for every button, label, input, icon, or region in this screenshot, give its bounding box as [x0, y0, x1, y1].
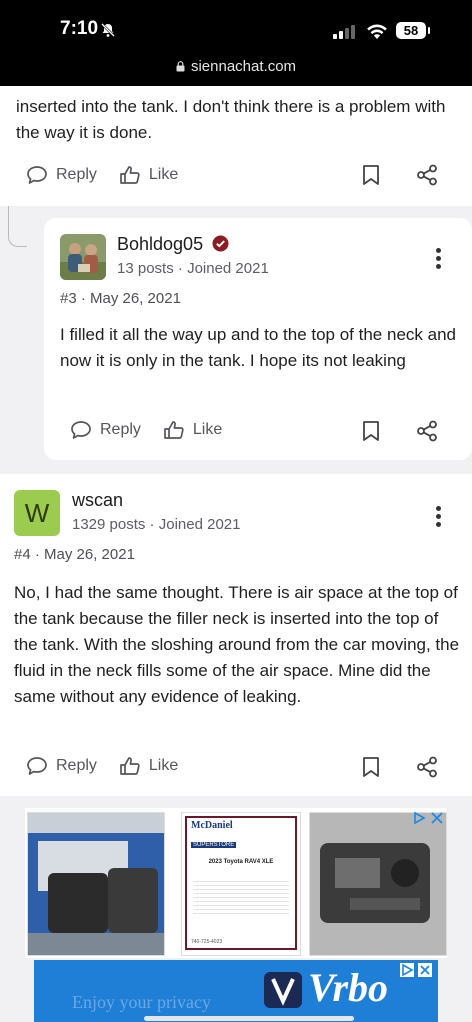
post-number[interactable]: #3 · May 26, 2021	[60, 290, 181, 307]
post-body: inserted into the tank. I don't think th…	[16, 97, 446, 142]
battery-tip	[428, 27, 430, 34]
ad-car-model: 2023 Toyota RAV4 XLE	[208, 859, 274, 865]
like-button[interactable]: Like	[119, 165, 178, 185]
post-body: I filled it all the way up and to the to…	[60, 325, 456, 370]
bell-slash-icon	[101, 23, 115, 37]
user-meta: 1329 posts · Joined 2021	[72, 516, 241, 533]
ad-banner[interactable]: McDaniel SUPERSTORE 2023 Toyota RAV4 XLE…	[25, 808, 447, 958]
like-label: Like	[192, 421, 223, 438]
like-label: Like	[148, 757, 179, 774]
reply-button[interactable]: Reply	[70, 420, 141, 440]
ad-engine-image[interactable]	[309, 812, 447, 956]
ad-choices-icon[interactable]	[412, 811, 426, 825]
vrbo-logo-icon	[264, 972, 302, 1008]
ad-car-interior-image[interactable]	[27, 812, 165, 956]
join-date: Joined 2021	[158, 516, 241, 533]
reply-post-card: Bohldog05 13 posts · Joined 2021 #3 · Ma…	[44, 218, 472, 460]
reply-bubble-icon	[27, 757, 47, 775]
user-photo-icon	[60, 234, 106, 280]
post-number-text: #4	[14, 546, 31, 563]
lock-icon	[176, 61, 185, 72]
status-bar: 7:10 58 siennachat.com	[0, 0, 472, 86]
wifi-icon	[367, 24, 387, 39]
bookmark-icon[interactable]	[362, 164, 380, 186]
verified-badge-icon	[212, 235, 229, 252]
thumbs-up-icon	[120, 757, 140, 775]
reply-button[interactable]: Reply	[26, 756, 97, 776]
close-icon[interactable]	[430, 811, 444, 825]
post-date: May 26, 2021	[44, 546, 135, 563]
previous-post-card: inserted into the tank. I don't think th…	[0, 86, 472, 206]
avatar[interactable]: W	[14, 490, 60, 536]
reply-label: Reply	[56, 757, 97, 774]
user-meta: 13 posts · Joined 2021	[117, 260, 269, 277]
join-date: Joined 2021	[187, 260, 269, 277]
close-icon[interactable]	[418, 963, 432, 977]
ad-choices-icon[interactable]	[400, 963, 414, 977]
post-number[interactable]: #4 · May 26, 2021	[14, 546, 135, 563]
url-text: siennachat.com	[190, 58, 297, 75]
post-count: 13 posts	[117, 260, 174, 277]
like-label: Like	[148, 166, 179, 183]
username[interactable]: Bohldog05	[117, 234, 229, 255]
post-number-text: #3	[60, 290, 77, 307]
reply-bubble-icon	[71, 421, 91, 439]
post-count: 1329 posts	[72, 516, 146, 533]
share-icon[interactable]	[416, 164, 438, 186]
post-card: W wscan 1329 posts · Joined 2021 #4 · Ma…	[0, 474, 472, 796]
cell-signal-icon	[333, 25, 355, 39]
reply-button[interactable]: Reply	[26, 165, 97, 185]
bookmark-icon[interactable]	[362, 756, 380, 778]
thread-connector	[8, 206, 27, 247]
reply-label: Reply	[100, 421, 141, 438]
post-date: May 26, 2021	[90, 290, 181, 307]
clock: 7:10	[60, 18, 99, 39]
username-text: Bohldog05	[117, 234, 204, 254]
ad-phone-small: 740-725-4023	[191, 939, 223, 945]
home-indicator	[144, 1016, 354, 1021]
avatar[interactable]	[60, 234, 106, 280]
thumbs-up-icon	[164, 421, 184, 439]
post-body: No, I had the same thought. There is air…	[14, 583, 460, 706]
share-icon[interactable]	[416, 420, 438, 442]
more-options-icon[interactable]	[436, 248, 442, 272]
battery-indicator: 58	[396, 22, 426, 39]
like-button[interactable]: Like	[119, 756, 178, 776]
like-button[interactable]: Like	[163, 420, 222, 440]
share-icon[interactable]	[416, 756, 438, 778]
ad-dealer-name: McDaniel	[191, 820, 233, 831]
reply-bubble-icon	[27, 166, 47, 184]
bookmark-icon[interactable]	[362, 420, 380, 442]
more-options-icon[interactable]	[436, 506, 442, 530]
ad-vrbo-banner[interactable]: Enjoy your privacy Vrbo	[34, 960, 438, 1022]
ad-dealer-sticker[interactable]: McDaniel SUPERSTORE 2023 Toyota RAV4 XLE…	[181, 812, 301, 956]
reply-label: Reply	[56, 166, 97, 183]
address-bar[interactable]: siennachat.com	[0, 58, 472, 75]
username[interactable]: wscan	[72, 490, 123, 511]
ad-dealer-sub: SUPERSTORE	[191, 842, 237, 848]
ad-vrbo-tagline: Enjoy your privacy	[72, 992, 211, 1012]
thumbs-up-icon	[120, 166, 140, 184]
ad-vrbo-brand: Vrbo	[308, 965, 389, 1010]
